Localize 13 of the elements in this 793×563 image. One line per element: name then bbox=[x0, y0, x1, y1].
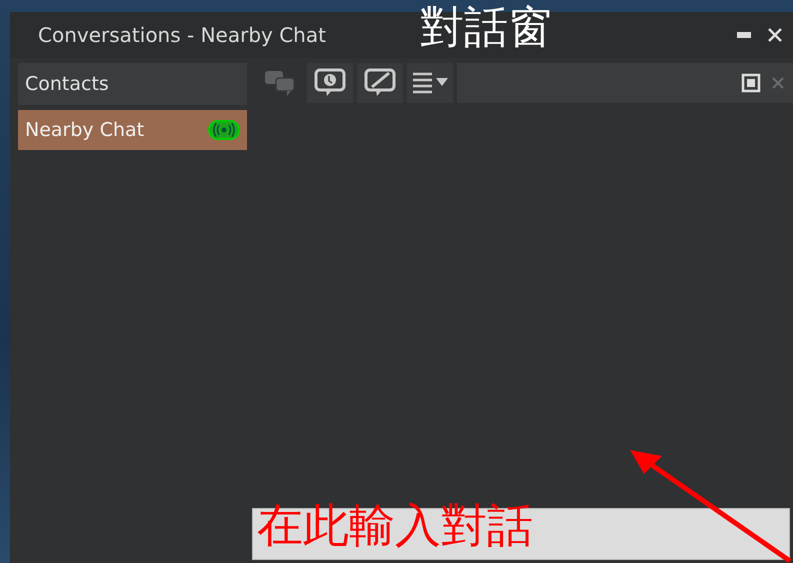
call-button[interactable] bbox=[307, 63, 353, 103]
annotation-label: 在此輸入對話 bbox=[257, 498, 533, 554]
end-call-button[interactable] bbox=[357, 63, 403, 103]
popout-icon[interactable] bbox=[741, 73, 761, 93]
broadcast-icon bbox=[208, 120, 240, 140]
contacts-header: Contacts bbox=[18, 63, 247, 105]
search-field[interactable] bbox=[457, 63, 793, 103]
list-menu-icon bbox=[410, 70, 450, 96]
conversation-item[interactable]: Nearby Chat bbox=[18, 110, 247, 150]
menu-button[interactable] bbox=[407, 63, 453, 103]
window-title: Conversations - Nearby Chat bbox=[38, 22, 326, 49]
people-chat-icon bbox=[263, 68, 297, 98]
annotation-title: 對話窗 bbox=[420, 2, 552, 55]
